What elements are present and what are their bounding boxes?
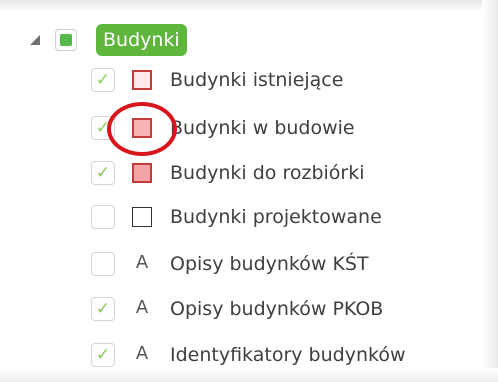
layer-label[interactable]: Budynki istniejące: [170, 62, 343, 98]
layer-tree: Budynki ✓ Budynki istniejące ✓ Budynki w…: [0, 0, 482, 382]
layer-row[interactable]: Budynki projektowane: [0, 199, 482, 235]
layer-label[interactable]: Budynki w budowie: [170, 110, 355, 146]
layer-checkbox[interactable]: ✓: [91, 68, 115, 92]
panel-right-edge: [482, 0, 498, 382]
partial-check-indicator: [60, 34, 72, 46]
layer-label[interactable]: Opisy budynków PKOB: [170, 291, 383, 327]
text-label-icon: A: [135, 343, 149, 364]
layer-symbol-swatch: [132, 207, 152, 227]
layer-checkbox[interactable]: ✓: [91, 343, 115, 367]
layer-row[interactable]: A Opisy budynków KŚT: [0, 246, 482, 282]
layer-symbol-swatch: [132, 163, 152, 183]
layer-label[interactable]: Opisy budynków KŚT: [170, 246, 369, 282]
layer-label[interactable]: Budynki do rozbiórki: [170, 155, 365, 191]
layer-checkbox[interactable]: [91, 205, 115, 229]
group-checkbox[interactable]: [55, 29, 77, 51]
layer-checkbox[interactable]: [91, 252, 115, 276]
layer-row[interactable]: ✓ A Identyfikatory budynków: [0, 337, 482, 373]
highlight-annotation-circle: [107, 102, 177, 156]
layer-row[interactable]: ✓ Budynki istniejące: [0, 62, 482, 98]
text-label-icon: A: [135, 252, 149, 273]
layer-row[interactable]: ✓ Budynki w budowie: [0, 110, 482, 146]
layer-row[interactable]: ✓ Budynki do rozbiórki: [0, 155, 482, 191]
text-label-icon: A: [135, 297, 149, 318]
layer-symbol-swatch: [132, 70, 152, 90]
layer-label[interactable]: Identyfikatory budynków: [170, 337, 405, 373]
layer-row[interactable]: ✓ A Opisy budynków PKOB: [0, 291, 482, 327]
layer-label[interactable]: Budynki projektowane: [170, 199, 382, 235]
expand-collapse-icon[interactable]: [30, 35, 40, 45]
layer-checkbox[interactable]: ✓: [91, 161, 115, 185]
group-label[interactable]: Budynki: [96, 24, 187, 56]
layer-checkbox[interactable]: ✓: [91, 297, 115, 321]
